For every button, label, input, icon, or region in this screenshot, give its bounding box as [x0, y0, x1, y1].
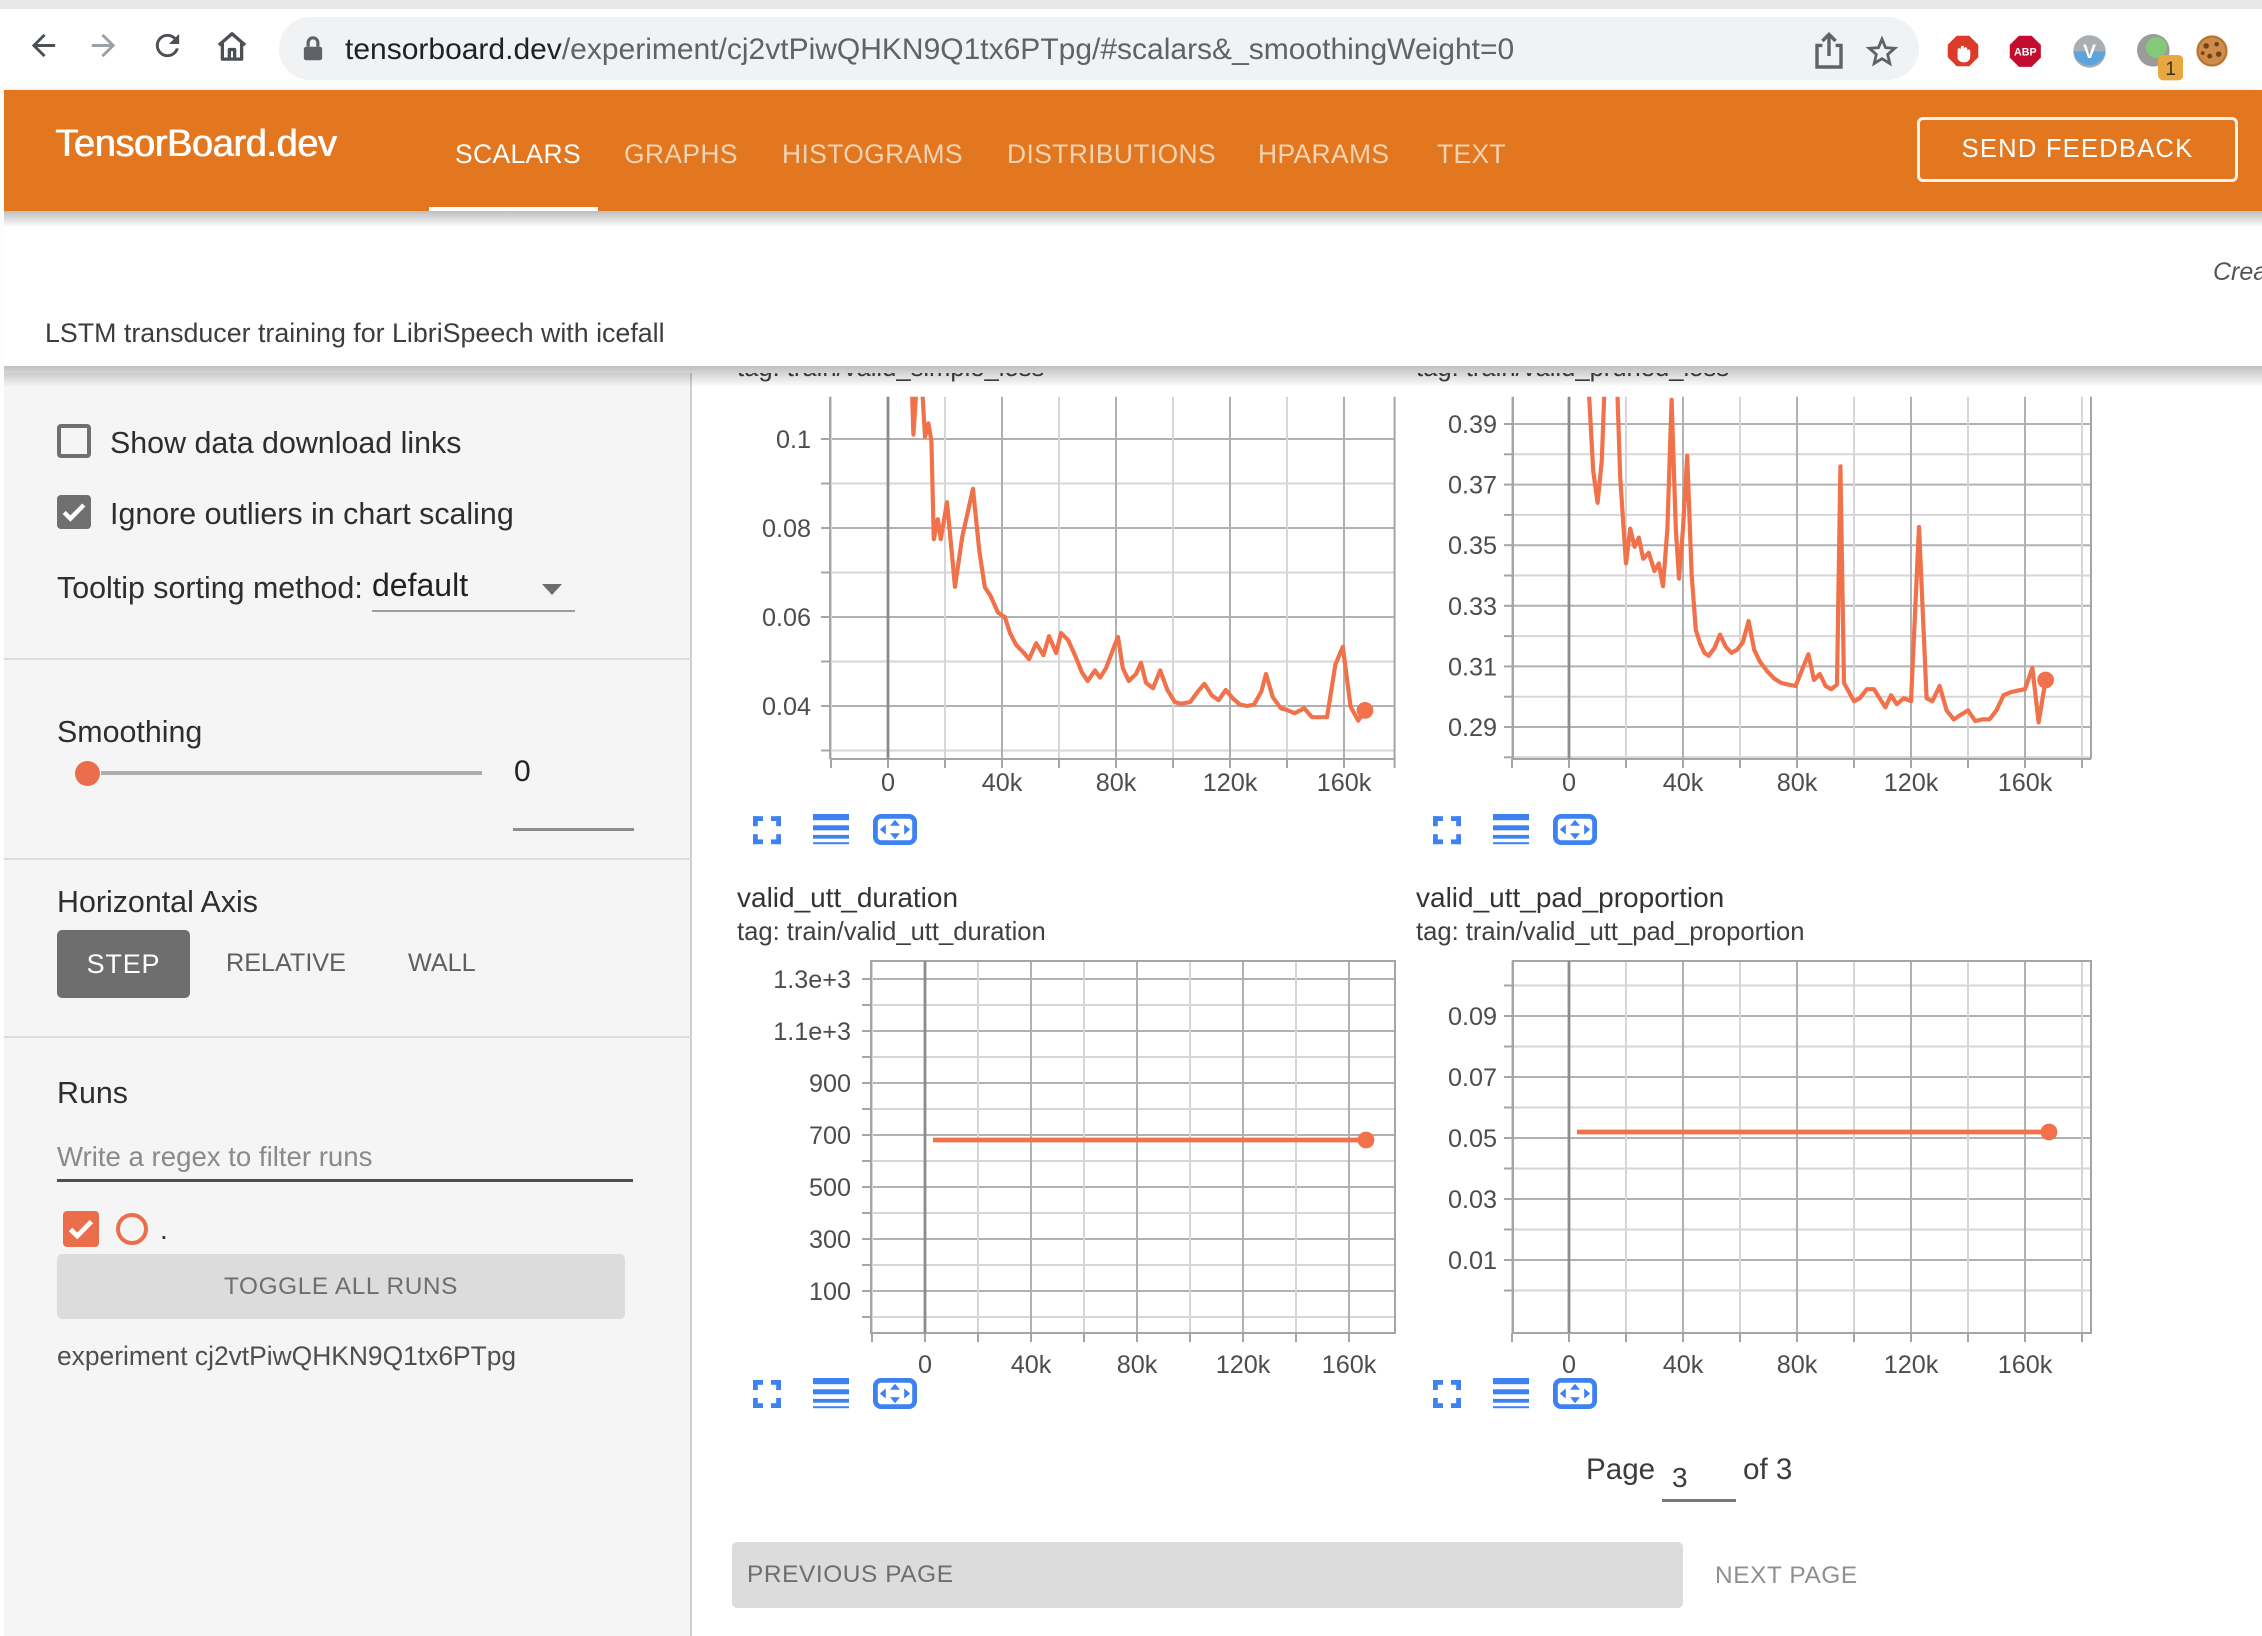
svg-text:1.1e+3: 1.1e+3 [773, 1018, 851, 1046]
svg-text:0.07: 0.07 [1448, 1064, 1497, 1092]
svg-text:0.05: 0.05 [1448, 1125, 1497, 1153]
svg-text:0.06: 0.06 [762, 604, 811, 632]
svg-text:0.37: 0.37 [1448, 472, 1497, 500]
svg-text:160k: 160k [1317, 769, 1372, 797]
svg-text:0.09: 0.09 [1448, 1003, 1497, 1031]
svg-text:0: 0 [1562, 769, 1576, 797]
svg-text:160k: 160k [1322, 1351, 1377, 1379]
svg-text:0: 0 [918, 1351, 932, 1379]
svg-text:0.03: 0.03 [1448, 1186, 1497, 1214]
svg-text:100: 100 [809, 1278, 851, 1306]
svg-text:500: 500 [809, 1174, 851, 1202]
svg-text:80k: 80k [1777, 769, 1818, 797]
svg-text:0.1: 0.1 [776, 426, 811, 454]
svg-text:40k: 40k [1663, 1351, 1704, 1379]
svg-text:ABP: ABP [2014, 46, 2037, 58]
svg-text:40k: 40k [1011, 1351, 1052, 1379]
svg-text:160k: 160k [1998, 1351, 2053, 1379]
svg-text:80k: 80k [1096, 769, 1137, 797]
svg-text:1.3e+3: 1.3e+3 [773, 966, 851, 994]
svg-text:160k: 160k [1998, 769, 2053, 797]
svg-text:700: 700 [809, 1122, 851, 1150]
svg-text:40k: 40k [1663, 769, 1704, 797]
svg-text:80k: 80k [1777, 1351, 1818, 1379]
svg-text:0.08: 0.08 [762, 515, 811, 543]
svg-text:0.29: 0.29 [1448, 714, 1497, 742]
svg-text:V: V [2083, 40, 2096, 62]
svg-text:tag: train/valid_utt_duration: tag: train/valid_utt_duration [737, 918, 1046, 946]
svg-text:tag: train/valid_utt_pad_propo: tag: train/valid_utt_pad_proportion [1416, 918, 1804, 946]
svg-text:valid_utt_pad_proportion: valid_utt_pad_proportion [1416, 882, 1724, 913]
svg-text:0.31: 0.31 [1448, 653, 1497, 681]
svg-text:120k: 120k [1216, 1351, 1271, 1379]
svg-text:300: 300 [809, 1226, 851, 1254]
svg-text:0.33: 0.33 [1448, 593, 1497, 621]
svg-text:1: 1 [2165, 59, 2176, 80]
svg-text:0.04: 0.04 [762, 693, 811, 721]
svg-text:40k: 40k [982, 769, 1023, 797]
svg-text:120k: 120k [1884, 769, 1939, 797]
svg-text:120k: 120k [1884, 1351, 1939, 1379]
svg-text:900: 900 [809, 1070, 851, 1098]
svg-text:0: 0 [881, 769, 895, 797]
svg-text:valid_utt_duration: valid_utt_duration [737, 882, 958, 913]
svg-text:0.01: 0.01 [1448, 1247, 1497, 1275]
svg-text:80k: 80k [1117, 1351, 1158, 1379]
svg-text:0.35: 0.35 [1448, 532, 1497, 560]
svg-text:120k: 120k [1203, 769, 1258, 797]
svg-text:0.39: 0.39 [1448, 411, 1497, 439]
svg-text:0: 0 [1562, 1351, 1576, 1379]
